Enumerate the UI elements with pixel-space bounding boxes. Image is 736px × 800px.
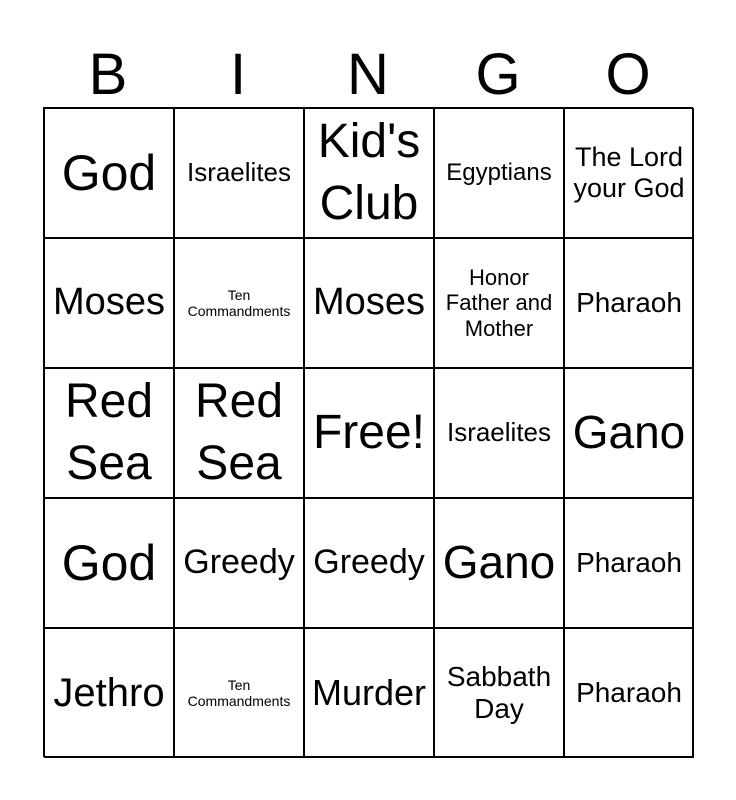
- header-letter: I: [229, 42, 247, 107]
- bingo-cell[interactable]: Kid's Club: [304, 108, 434, 238]
- header-letter: O: [605, 42, 651, 107]
- bingo-cell[interactable]: God: [44, 498, 174, 628]
- cell-text: Red Sea: [194, 374, 284, 490]
- cell-text: Israelites: [446, 417, 552, 448]
- bingo-cell[interactable]: God: [44, 108, 174, 238]
- header-letter: B: [88, 42, 128, 107]
- bingo-cell[interactable]: Honor Father and Mother: [434, 238, 564, 368]
- bingo-cell[interactable]: Red Sea: [44, 368, 174, 498]
- bingo-cell[interactable]: Israelites: [174, 108, 304, 238]
- bingo-cell[interactable]: Sabbath Day: [434, 628, 564, 758]
- cell-text: Gano: [442, 536, 556, 589]
- bingo-cell[interactable]: Pharaoh: [564, 628, 694, 758]
- cell-text: Murder: [311, 672, 427, 714]
- cell-text: God: [61, 534, 157, 591]
- cell-text: Pharaoh: [576, 676, 682, 708]
- cell-text: Sabbath Day: [446, 660, 552, 724]
- cell-text: Gano: [572, 406, 686, 459]
- cell-text: Moses: [313, 281, 425, 324]
- cell-text: God: [61, 144, 157, 201]
- bingo-cell[interactable]: Red Sea: [174, 368, 304, 498]
- bingo-grid: God Israelites Kid's Club Egyptians The Lord…: [43, 107, 694, 758]
- cell-text: Israelites: [186, 157, 292, 188]
- bingo-cell[interactable]: Moses: [44, 238, 174, 368]
- bingo-cell[interactable]: Jethro: [44, 628, 174, 758]
- cell-text: The Lord your God: [573, 141, 685, 203]
- bingo-cell[interactable]: Murder: [304, 628, 434, 758]
- header-letter: N: [347, 42, 389, 107]
- cell-text: Kid's Club: [317, 114, 421, 230]
- bingo-cell[interactable]: Greedy: [174, 498, 304, 628]
- cell-text: Greedy: [183, 543, 295, 582]
- bingo-cell[interactable]: Israelites: [434, 368, 564, 498]
- bingo-cell[interactable]: Pharaoh: [564, 498, 694, 628]
- bingo-cell[interactable]: Ten Commandments: [174, 238, 304, 368]
- cell-text: Jethro: [53, 671, 165, 715]
- cell-text: Ten Commandments: [187, 676, 291, 709]
- bingo-header: B I N G O: [43, 40, 693, 110]
- bingo-cell[interactable]: Moses: [304, 238, 434, 368]
- bingo-cell[interactable]: Ten Commandments: [174, 628, 304, 758]
- bingo-cell[interactable]: Gano: [434, 498, 564, 628]
- bingo-cell[interactable]: Free!: [304, 368, 434, 498]
- cell-text: Red Sea: [64, 374, 154, 490]
- bingo-cell[interactable]: Gano: [564, 368, 694, 498]
- cell-text: Greedy: [313, 543, 425, 582]
- cell-text: Honor Father and Mother: [445, 265, 553, 341]
- bingo-cell[interactable]: Egyptians: [434, 108, 564, 238]
- cell-text: Pharaoh: [576, 546, 682, 578]
- cell-text: Free!: [312, 405, 426, 459]
- cell-text: Egyptians: [446, 159, 552, 187]
- cell-text: Ten Commandments: [187, 286, 291, 319]
- cell-text: Pharaoh: [576, 286, 682, 318]
- bingo-cell[interactable]: Greedy: [304, 498, 434, 628]
- bingo-cell[interactable]: Pharaoh: [564, 238, 694, 368]
- bingo-cell[interactable]: The Lord your God: [564, 108, 694, 238]
- header-letter: G: [475, 42, 521, 107]
- cell-text: Moses: [53, 281, 165, 324]
